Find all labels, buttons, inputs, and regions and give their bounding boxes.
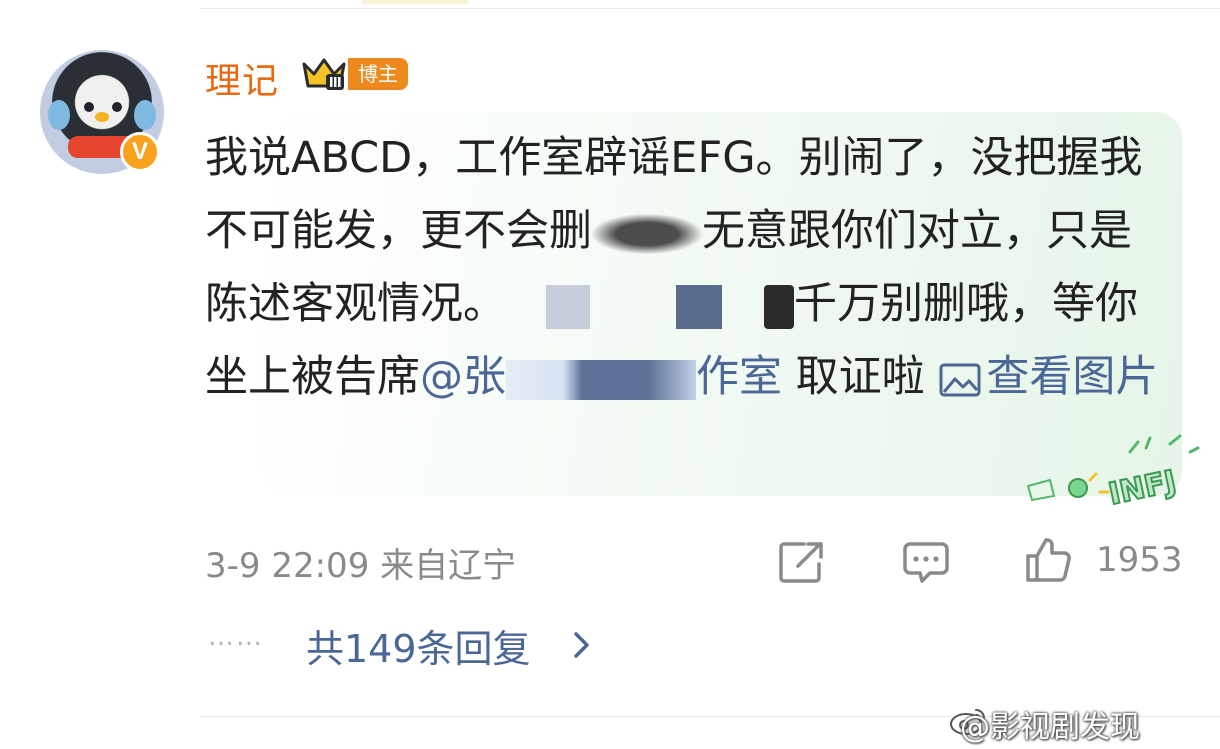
comment-time: 3-9 22:09 [205, 546, 370, 586]
infj-sticker-icon: INFJ [1026, 434, 1200, 510]
view-replies-link[interactable]: 共149条回复 [306, 618, 531, 673]
avatar-earmuff-left [48, 100, 70, 130]
verified-badge-icon: V [120, 132, 160, 172]
like-count: 1953 [1096, 540, 1183, 580]
top-divider [200, 8, 1220, 9]
crown-icon [302, 58, 346, 90]
avatar-eye-left [84, 102, 94, 112]
view-pictures-label: 查看图片 [986, 352, 1159, 402]
reply-dots: …… [208, 622, 264, 652]
image-icon [939, 363, 981, 396]
redacted-block [546, 284, 590, 329]
redacted-blur [592, 213, 702, 254]
infj-sticker-text: INFJ [1106, 464, 1180, 510]
comment-meta: 3-9 22:09 来自辽宁 [205, 538, 516, 587]
mention-tail: 作室 [696, 352, 782, 402]
thumbs-up-icon[interactable] [1024, 536, 1072, 584]
watermark-text: @影视剧发现 [960, 710, 1140, 745]
chevron-right-icon[interactable] [572, 630, 592, 660]
avatar-eye-right [112, 102, 122, 112]
avatar-beak [95, 112, 109, 122]
username[interactable]: 理记 [205, 52, 279, 104]
redacted-block [764, 284, 794, 329]
comment-icon[interactable] [902, 540, 950, 584]
comment-text: 我说ABCD，工作室辟谣EFG。别闹了，没把握我不可能发，更不会删 无意跟你们对立… [205, 122, 1165, 414]
avatar-earmuff-right [134, 100, 156, 130]
redacted-block [676, 284, 722, 329]
mention-text: @张 [420, 352, 506, 402]
redacted-mention [506, 359, 696, 400]
comment-text-part4: 取证啦 [782, 352, 939, 402]
view-pictures-link[interactable]: 查看图片 [938, 352, 1158, 402]
top-accent [362, 0, 468, 4]
blogger-badge: 博主 [348, 58, 408, 90]
share-icon[interactable] [778, 540, 826, 584]
mention-link[interactable]: @张 作室 [420, 352, 782, 402]
comment-location: 来自辽宁 [380, 546, 517, 586]
